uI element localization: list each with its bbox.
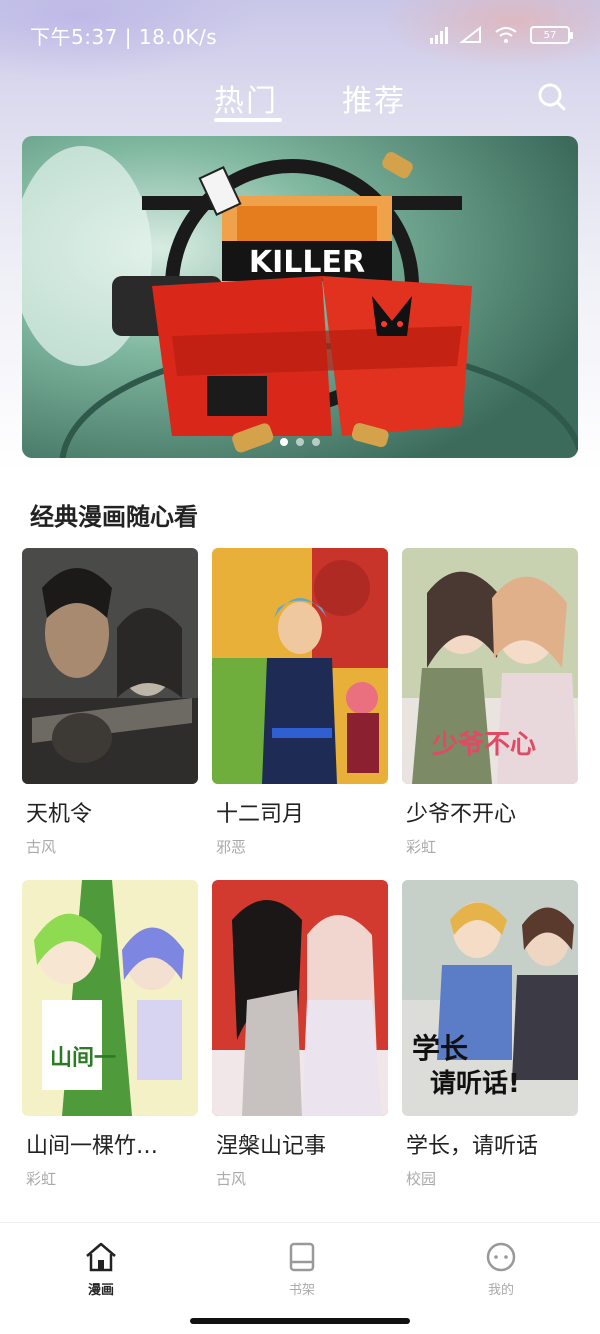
comic-cover[interactable] [212,548,388,784]
comic-tag: 古风 [216,1170,247,1188]
tab-recommend[interactable]: 推荐 [342,76,406,120]
comic-tag: 彩虹 [406,838,437,856]
comic-title[interactable]: 山间一棵竹… [22,1128,198,1160]
banner-artwork: KILLER [22,136,578,458]
comic-card[interactable]: 涅槃山记事 古风 [212,880,388,1189]
comic-tag: 彩虹 [26,1170,57,1188]
comic-title[interactable]: 少爷不开心 [402,796,578,828]
comic-cover[interactable] [212,880,388,1116]
featured-banner[interactable]: KILLER [22,136,578,458]
svg-text:少爷不心: 少爷不心 [431,730,536,760]
wifi-icon [495,27,517,43]
nav-label: 我的 [487,1283,514,1298]
comic-card[interactable]: 少爷不心 少爷不开心 彩虹 [402,548,578,857]
comic-card[interactable]: 山间一 山间一棵竹… 彩虹 [22,880,198,1189]
status-time-speed: 下午5:37 | 18.0K/s [30,24,218,49]
svg-text:学长: 学长 [412,1032,468,1065]
comic-card[interactable]: 天机令 古风 [22,548,198,857]
battery-level: 57 [543,29,557,41]
home-indicator[interactable] [190,1318,410,1324]
tab-hot[interactable]: 热门 [214,76,278,120]
pager-dot[interactable] [312,438,320,446]
comic-cover[interactable]: 山间一 [22,880,198,1116]
status-icons: 57 [430,26,573,44]
search-icon[interactable] [535,80,569,114]
battery-icon: 57 [530,26,573,44]
nav-item-profile[interactable]: 我的 [461,1241,541,1298]
comic-title[interactable]: 十二司月 [212,796,388,828]
comic-card[interactable]: 十二司月 邪恶 [212,548,388,857]
comic-card[interactable]: 学长 请听话! 学长，请听话 校园 [402,880,578,1189]
home-icon [86,1242,116,1272]
nav-label: 书架 [288,1283,315,1298]
svg-text:请听话!: 请听话! [430,1069,520,1099]
comic-cover[interactable]: 学长 请听话! [402,880,578,1116]
comic-tag: 邪恶 [216,838,247,856]
banner-pager [22,438,578,446]
status-bar: 下午5:37 | 18.0K/s 57 [0,0,600,70]
comic-cover[interactable]: 少爷不心 [402,548,578,784]
comic-cover[interactable] [22,548,198,784]
bookshelf-icon [289,1242,315,1272]
banner-title-text: KILLER [249,245,365,280]
tab-active-indicator [214,118,282,122]
comic-title[interactable]: 天机令 [22,796,198,828]
comic-tag: 古风 [26,838,57,856]
nav-label: 漫画 [87,1283,114,1298]
signal-icon [430,26,448,44]
top-tabs: 热门 推荐 [0,70,600,130]
profile-icon [486,1242,516,1272]
nav-item-manga[interactable]: 漫画 [61,1241,141,1298]
nav-item-bookshelf[interactable]: 书架 [262,1241,342,1298]
pager-dot[interactable] [280,438,288,446]
comic-tag: 校园 [406,1170,437,1188]
comic-title[interactable]: 学长，请听话 [402,1128,578,1160]
pager-dot[interactable] [296,438,304,446]
section-title: 经典漫画随心看 [30,503,198,531]
signal-icon-2 [460,26,481,43]
svg-text:山间一: 山间一 [50,1046,116,1071]
comic-title[interactable]: 涅槃山记事 [212,1128,388,1160]
